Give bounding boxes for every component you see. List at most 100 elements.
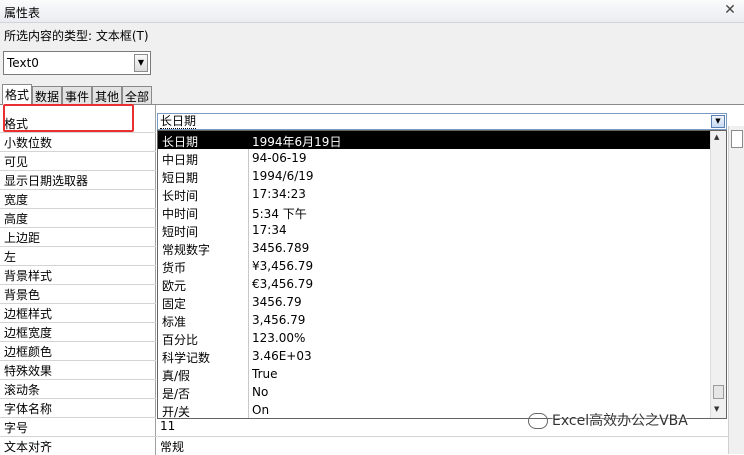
wechat-icon	[528, 413, 548, 429]
chevron-down-icon[interactable]: ▼	[711, 115, 725, 128]
row-divider	[0, 265, 156, 266]
title-bar: 属性表 ✕	[0, 0, 744, 23]
property-label[interactable]: 特殊效果	[4, 362, 52, 379]
scroll-up-icon[interactable]: ▲	[714, 133, 719, 141]
dropdown-option[interactable]: 中时间 5:34 下午	[158, 203, 710, 221]
option-sample: True	[252, 367, 278, 381]
property-value-font-size[interactable]: 11	[160, 419, 175, 433]
dropdown-option[interactable]: 百分比 123.00%	[158, 329, 710, 347]
dropdown-option[interactable]: 标准 3,456.79	[158, 311, 710, 329]
row-divider	[0, 436, 156, 437]
property-label[interactable]: 可见	[4, 153, 28, 170]
row-divider	[0, 303, 156, 304]
option-sample: 5:34 下午	[252, 207, 307, 221]
property-label[interactable]: 边框宽度	[4, 324, 52, 341]
property-label[interactable]: 小数位数	[4, 134, 52, 151]
row-divider	[0, 360, 156, 361]
tab-event[interactable]: 事件	[62, 86, 93, 104]
watermark: Excel高效办公之VBA	[528, 410, 688, 430]
row-divider	[0, 170, 156, 171]
dropdown-option[interactable]: 真/假 True	[158, 365, 710, 383]
option-sample: No	[252, 385, 269, 399]
option-name: 标准	[162, 315, 187, 329]
option-name: 中时间	[162, 207, 199, 221]
property-label[interactable]: 边框样式	[4, 305, 52, 322]
option-name: 科学记数	[162, 351, 211, 365]
dropdown-scrollbar[interactable]: ▲ ▼	[710, 131, 726, 418]
dropdown-option[interactable]: 长时间 17:34:23	[158, 185, 710, 203]
close-icon[interactable]: ✕	[722, 2, 738, 18]
option-name: 固定	[162, 297, 187, 311]
property-label[interactable]: 文本对齐	[4, 438, 52, 455]
watermark-text: Excel高效办公之VBA	[552, 413, 688, 429]
tab-format[interactable]: 格式	[2, 84, 33, 105]
highlight-box	[3, 104, 134, 132]
option-sample: 3456.79	[252, 295, 302, 309]
tab-all[interactable]: 全部	[122, 86, 153, 104]
property-label[interactable]: 宽度	[4, 191, 28, 208]
scrollbar-thumb[interactable]	[731, 130, 743, 148]
row-divider	[0, 284, 156, 285]
dropdown-option[interactable]: 是/否 No	[158, 383, 710, 401]
property-label[interactable]: 字体名称	[4, 400, 52, 417]
row-divider	[0, 208, 156, 209]
option-name: 百分比	[162, 333, 199, 347]
option-name: 短日期	[162, 171, 199, 185]
property-label[interactable]: 字号	[4, 419, 28, 436]
grid-scrollbar[interactable]	[728, 126, 744, 454]
option-name: 开/关	[162, 405, 191, 419]
property-label[interactable]: 显示日期选取器	[4, 172, 88, 189]
option-sample: 1994/6/19	[252, 169, 314, 183]
row-divider	[0, 322, 156, 323]
property-label[interactable]: 滚动条	[4, 381, 40, 398]
object-select[interactable]: Text0 ▼	[3, 51, 151, 75]
format-combo[interactable]: 长日期 ▼	[157, 113, 727, 130]
option-sample: On	[252, 403, 270, 417]
option-name: 中日期	[162, 153, 199, 167]
dropdown-option[interactable]: 固定 3456.79	[158, 293, 710, 311]
tab-other[interactable]: 其他	[92, 86, 123, 104]
row-divider	[0, 151, 156, 152]
row-divider	[0, 379, 156, 380]
scrollbar-thumb[interactable]	[713, 385, 724, 399]
dropdown-option[interactable]: 常规数字 3456.789	[158, 239, 710, 257]
format-combo-value: 长日期	[160, 114, 197, 129]
dropdown-option[interactable]: 短时间 17:34	[158, 221, 710, 239]
option-sample: ¥3,456.79	[252, 259, 314, 273]
option-sample: 1994年6月19日	[252, 135, 342, 149]
row-divider	[0, 341, 156, 342]
scroll-down-icon[interactable]: ▼	[714, 405, 719, 413]
option-name: 长日期	[162, 135, 199, 149]
option-name: 欧元	[162, 279, 187, 293]
dropdown-option[interactable]: 科学记数 3.46E+03	[158, 347, 710, 365]
option-name: 是/否	[162, 387, 191, 401]
option-name: 真/假	[162, 369, 191, 383]
row-divider	[0, 189, 156, 190]
window-title: 属性表	[4, 6, 41, 20]
row-divider	[0, 246, 156, 247]
option-name: 货币	[162, 261, 187, 275]
property-label[interactable]: 背景样式	[4, 267, 52, 284]
dropdown-option[interactable]: 短日期 1994/6/19	[158, 167, 710, 185]
option-name: 短时间	[162, 225, 199, 239]
option-sample: €3,456.79	[252, 277, 314, 291]
property-label[interactable]: 边框颜色	[4, 343, 52, 360]
option-sample: 3.46E+03	[252, 349, 312, 363]
property-label[interactable]: 高度	[4, 210, 28, 227]
dropdown-option[interactable]: 欧元 €3,456.79	[158, 275, 710, 293]
property-value-text-align[interactable]: 常规	[160, 438, 184, 455]
row-divider	[0, 398, 156, 399]
tab-data[interactable]: 数据	[32, 86, 63, 104]
option-sample: 94-06-19	[252, 151, 307, 165]
property-label[interactable]: 左	[4, 248, 16, 265]
option-sample: 3456.789	[252, 241, 310, 255]
format-dropdown-list: 长日期 1994年6月19日 中日期 94-06-19 短日期 1994/6/1…	[157, 130, 727, 419]
property-label[interactable]: 上边距	[4, 229, 40, 246]
option-sample: 17:34	[252, 223, 287, 237]
property-label[interactable]: 背景色	[4, 286, 40, 303]
dropdown-option[interactable]: 长日期 1994年6月19日	[158, 131, 710, 149]
dropdown-option[interactable]: 货币 ¥3,456.79	[158, 257, 710, 275]
dropdown-option[interactable]: 中日期 94-06-19	[158, 149, 710, 167]
grid-divider	[155, 105, 156, 455]
chevron-down-icon[interactable]: ▼	[134, 54, 148, 72]
